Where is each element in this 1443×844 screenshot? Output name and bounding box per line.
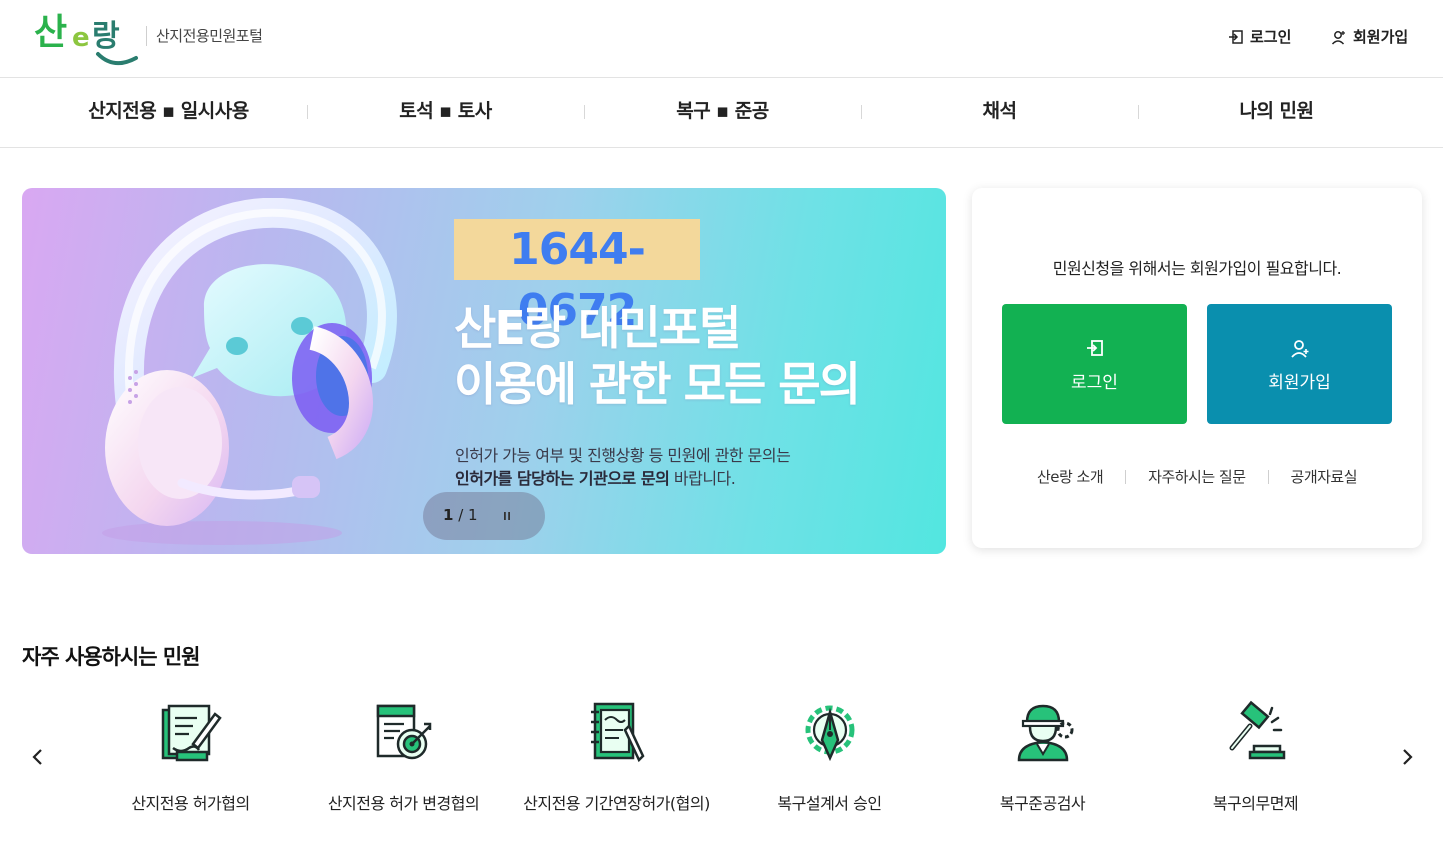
banner-pager: 1 / 1 [423, 492, 545, 540]
login-icon [1229, 29, 1243, 44]
design-gear-icon [805, 705, 855, 762]
login-card: 민원신청을 위해서는 회원가입이 필요합니다. 로그인 회원가입 산e랑 소개 … [972, 188, 1422, 548]
user-add-icon [1291, 340, 1309, 358]
quick-item-label: 산지전용 기간연장허가(협의) [523, 794, 710, 813]
login-button[interactable]: 로그인 [1002, 304, 1187, 424]
engineer-icon [1017, 704, 1074, 762]
nav-item-soil-stone[interactable]: 토석 ▪ 토사 [307, 78, 584, 148]
svg-text:e: e [72, 23, 90, 53]
quick-item-label: 복구준공검사 [999, 794, 1086, 813]
quick-item-label: 복구설계서 승인 [777, 794, 882, 813]
nav-item-forest-conversion[interactable]: 산지전용 ▪ 일시사용 [30, 78, 307, 148]
quick-item-label: 복구의무면제 [1212, 794, 1299, 813]
quick-item-restoration-design[interactable]: 복구설계서 승인 [723, 700, 936, 820]
quick-item-label: 산지전용 허가협의 [131, 794, 250, 813]
quick-item-change-permit[interactable]: 산지전용 허가 변경협의 [297, 700, 510, 820]
frequent-services-title: 자주 사용하시는 민원 [22, 645, 201, 669]
nav-item-quarrying[interactable]: 채석 [861, 78, 1138, 148]
main-banner[interactable]: 1644-0672 산E랑 대민포털 이용에 관한 모든 문의 인허가 가능 여… [22, 188, 946, 554]
pager-total: 1 [468, 506, 478, 524]
gavel-icon [1229, 700, 1286, 760]
svg-text:산: 산 [34, 12, 67, 53]
pager-current: 1 [443, 506, 454, 524]
phone-number: 1644-0672 [454, 219, 700, 336]
login-button-label: 로그인 [1071, 373, 1118, 393]
login-icon [1087, 340, 1103, 356]
link-faq[interactable]: 자주하시는 질문 [1126, 466, 1267, 487]
banner-description: 인허가 가능 여부 및 진행상황 등 민원에 관한 문의는 [455, 446, 791, 465]
svg-text:랑: 랑 [92, 19, 120, 54]
banner-description-bold: 인허가를 담당하는 기관으로 문의 [455, 469, 670, 488]
quick-item-extension-permit[interactable]: 산지전용 기간연장허가(협의) [510, 700, 723, 820]
document-sign-icon [161, 704, 222, 762]
quick-item-label: 산지전용 허가 변경협의 [327, 794, 480, 813]
header-login-label: 로그인 [1250, 28, 1292, 46]
banner-description-rest: 바랍니다. [669, 469, 736, 488]
chevron-right-icon[interactable] [1396, 746, 1418, 768]
document-target-icon [376, 704, 432, 760]
nav-item-restoration[interactable]: 복구 ▪ 준공 [584, 78, 861, 148]
pager-separator: / [453, 506, 469, 524]
logo-subtitle: 산지전용민원포털 [146, 26, 263, 46]
signup-button[interactable]: 회원가입 [1207, 304, 1392, 424]
header-join-label: 회원가입 [1353, 28, 1409, 46]
banner-description-2: 인허가를 담당하는 기관으로 문의 바랍니다. [455, 465, 736, 489]
header-login-link[interactable]: 로그인 [1228, 26, 1291, 47]
nav-item-my-petitions[interactable]: 나의 민원 [1138, 78, 1415, 148]
site-header: 산 e 랑 산지전용민원포털 로그인 회원가입 [0, 0, 1443, 78]
pager-counter: 1 / 1 [443, 506, 478, 524]
notebook-pen-icon [591, 702, 645, 763]
link-about[interactable]: 산e랑 소개 [1015, 466, 1125, 487]
header-join-link[interactable]: 회원가입 [1331, 26, 1408, 47]
quick-item-obligation-exemption[interactable]: 복구의무면제 [1149, 700, 1362, 820]
card-links: 산e랑 소개 자주하시는 질문 공개자료실 [972, 466, 1422, 487]
link-public-data[interactable]: 공개자료실 [1269, 466, 1380, 487]
quick-item-conversion-permit[interactable]: 산지전용 허가협의 [84, 700, 297, 820]
site-logo[interactable]: 산 e 랑 [34, 6, 144, 70]
quick-item-completion-inspection[interactable]: 복구준공검사 [936, 700, 1149, 820]
user-add-icon [1331, 30, 1345, 45]
main-navigation: 산지전용 ▪ 일시사용 토석 ▪ 토사 복구 ▪ 준공 채석 나의 민원 [0, 78, 1443, 148]
signup-button-label: 회원가입 [1268, 373, 1331, 393]
chevron-left-icon[interactable] [27, 746, 49, 768]
banner-title: 산E랑 대민포털 이용에 관한 모든 문의 [454, 301, 861, 411]
signup-required-message: 민원신청을 위해서는 회원가입이 필요합니다. [1052, 259, 1342, 278]
pause-icon[interactable] [499, 508, 515, 524]
headset-illustration [102, 198, 397, 545]
